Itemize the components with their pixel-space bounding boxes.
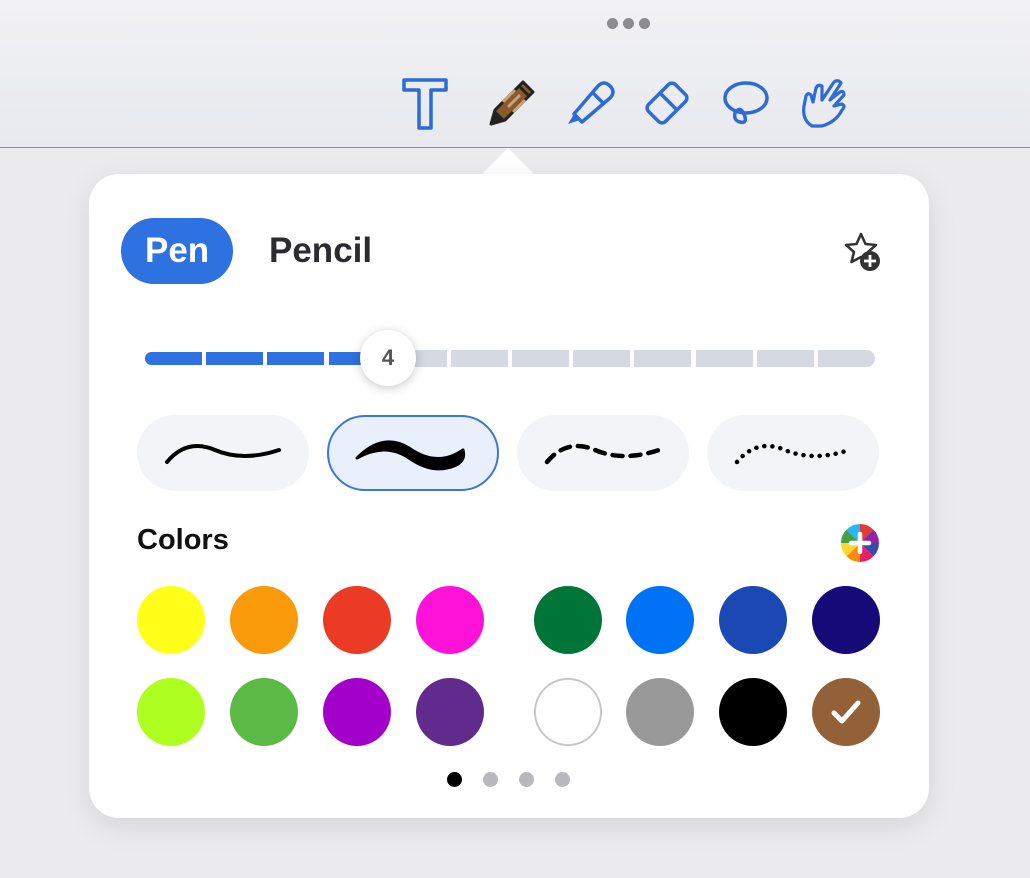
hand-pointer-icon[interactable] [796,76,852,132]
color-swatch[interactable] [137,586,205,654]
popover-arrow [480,148,536,176]
pen-settings-popover: Pen Pencil 4 Colors [89,174,929,818]
color-swatch[interactable] [137,678,205,746]
color-swatch[interactable] [812,586,880,654]
color-swatch[interactable] [230,678,298,746]
color-swatch[interactable] [534,678,602,746]
lasso-icon[interactable] [718,76,774,132]
page-dot[interactable] [447,772,462,787]
thickness-value: 4 [381,345,395,370]
thickness-segment [573,350,631,367]
colors-title: Colors [137,524,229,556]
page-dot[interactable] [555,772,570,787]
stroke-style-dotted[interactable] [707,415,879,491]
page-dot[interactable] [483,772,498,787]
thickness-segment [817,350,875,367]
thickness-slider[interactable]: 4 [145,330,875,386]
thickness-segment [634,350,692,367]
highlighter-icon[interactable] [562,76,618,132]
tab-pen[interactable]: Pen [121,218,234,284]
checkmark-icon [831,700,861,724]
thickness-segment [756,350,814,367]
text-icon[interactable] [397,76,453,132]
color-swatch[interactable] [323,678,391,746]
pen-icon[interactable] [483,76,539,132]
color-swatch[interactable] [626,678,694,746]
thickness-segment [145,352,203,365]
color-swatch[interactable] [626,586,694,654]
color-swatch[interactable] [416,678,484,746]
stroke-style-thick[interactable] [327,415,499,491]
toolbar [0,0,1030,148]
stroke-style-dashed[interactable] [517,415,689,491]
color-swatch[interactable] [534,586,602,654]
color-wheel-add-icon[interactable] [840,523,880,563]
thickness-segment [267,352,325,365]
eraser-icon[interactable] [639,76,695,132]
color-swatch[interactable] [230,586,298,654]
color-swatch[interactable] [812,678,880,746]
more-dots-icon[interactable] [607,18,650,29]
thickness-segment [206,352,264,365]
color-swatch[interactable] [719,586,787,654]
thickness-segment [450,350,508,367]
thickness-segment [512,350,570,367]
star-add-icon[interactable] [843,230,883,274]
color-swatch[interactable] [719,678,787,746]
color-swatch[interactable] [323,586,391,654]
stroke-style-thin[interactable] [137,415,309,491]
page-dot[interactable] [519,772,534,787]
thickness-segment [695,350,753,367]
tab-pencil[interactable]: Pencil [245,218,396,284]
color-swatch[interactable] [416,586,484,654]
page-indicator[interactable] [447,772,570,787]
thickness-slider-thumb[interactable]: 4 [360,330,416,386]
